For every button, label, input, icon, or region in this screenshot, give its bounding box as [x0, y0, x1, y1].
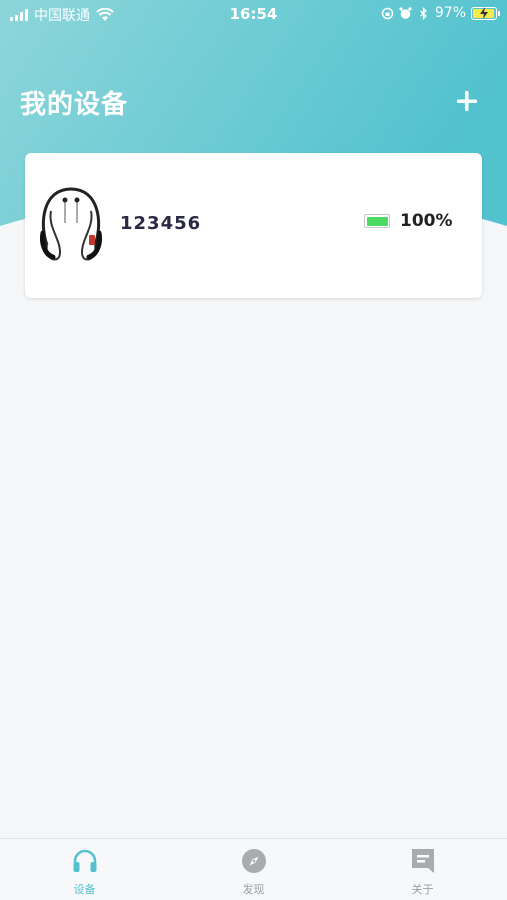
- tab-label: 发现: [242, 883, 265, 896]
- plus-icon: [457, 91, 477, 111]
- status-bar: 中国联通 16:54 97%: [0, 0, 507, 28]
- device-battery-percent: 100%: [400, 211, 453, 231]
- tab-label: 关于: [411, 883, 434, 896]
- device-card[interactable]: 123456 100%: [25, 153, 482, 298]
- tab-devices[interactable]: 设备: [0, 839, 169, 900]
- headphones-icon: [73, 849, 96, 872]
- tab-label: 设备: [73, 883, 96, 896]
- battery-percent: 97%: [434, 5, 466, 21]
- compass-icon: [241, 849, 266, 873]
- tab-discover[interactable]: 发现: [169, 839, 338, 900]
- device-battery-icon: [364, 214, 390, 228]
- add-device-button[interactable]: [452, 86, 482, 116]
- device-name: 123456: [120, 213, 202, 234]
- battery-status-icon: [471, 6, 500, 20]
- bluetooth-icon: [419, 6, 427, 20]
- alarm-icon: [399, 6, 412, 19]
- charging-bolt-icon: [480, 6, 488, 19]
- orientation-lock-icon: [381, 7, 394, 19]
- bookmark-icon: [411, 849, 434, 873]
- tab-bar: 设备 发现 关于: [0, 838, 507, 900]
- tab-about[interactable]: 关于: [338, 839, 507, 900]
- neckband-earphones-image: [40, 187, 102, 261]
- page-title: 我的设备: [20, 90, 129, 120]
